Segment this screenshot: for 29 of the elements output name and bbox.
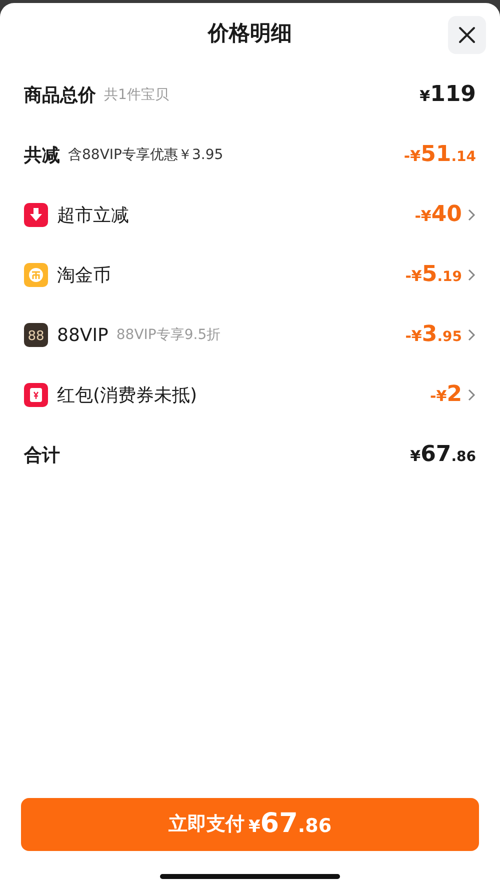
chevron-right-icon[interactable] (466, 208, 476, 222)
amount-text: -¥3.95 (405, 324, 462, 346)
amount-text: -¥40 (414, 204, 462, 226)
chevron-right-icon[interactable] (466, 268, 476, 282)
envelope-icon (24, 383, 48, 407)
note-text: 共1件宝贝 (104, 86, 169, 104)
amount-text: -¥51.14 (404, 144, 476, 166)
discount-label: 红包(消费券未抵) (57, 384, 198, 408)
summary-label: 共减 (24, 144, 60, 168)
coin-icon (24, 263, 48, 287)
total-label: 合计 (24, 444, 60, 468)
amount-text: ¥119 (420, 84, 476, 106)
close-icon (458, 26, 476, 44)
pay-now-button[interactable]: 立即支付 ¥67.86 (21, 798, 479, 851)
amount-text: -¥2 (430, 384, 462, 406)
discount-label: 88VIP (57, 324, 108, 348)
discount-label: 淘金币 (57, 264, 111, 288)
summary-label: 商品总价 (24, 84, 96, 108)
arrow-down-icon (24, 203, 48, 227)
vip-badge-icon: 88 (24, 323, 48, 347)
total-amount: ¥67.86 (410, 444, 476, 466)
close-button[interactable] (448, 16, 486, 54)
chevron-right-icon[interactable] (466, 328, 476, 342)
note-text: 88VIP专享9.5折 (116, 326, 221, 344)
amount-text: -¥5.19 (405, 264, 462, 286)
chevron-right-icon[interactable] (466, 388, 476, 402)
discount-label: 超市立减 (57, 204, 129, 228)
note-text: 含88VIP专享优惠￥3.95 (68, 146, 224, 164)
sheet-title: 价格明细 (208, 20, 292, 48)
